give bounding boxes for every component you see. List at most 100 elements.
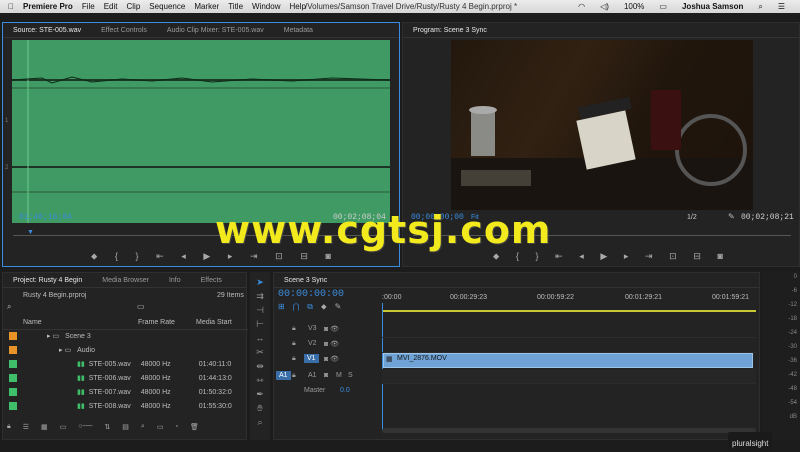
ripple-edit-tool-icon[interactable]: ⊣ — [254, 304, 266, 316]
audio-waveform[interactable]: 1 2 — [5, 40, 391, 223]
source-timecode-current[interactable]: 01;40;16;04 — [19, 213, 72, 222]
program-step-back-icon[interactable]: ◂ — [579, 251, 584, 262]
program-resolution-select[interactable]: 1/2 — [687, 214, 697, 221]
menu-marker[interactable]: Marker — [194, 2, 219, 11]
insert-icon[interactable]: ⊡ — [275, 251, 283, 262]
zoom-tool-icon[interactable]: ⌕ — [254, 416, 266, 428]
program-mark-in-icon[interactable]: { — [516, 251, 519, 262]
tab-effects[interactable]: Effects — [191, 277, 232, 284]
sync-icon[interactable]: ◙ — [324, 372, 328, 379]
hand-tool-icon[interactable]: ✋︎ — [254, 402, 266, 414]
track-select-tool-icon[interactable]: ⇉ — [254, 290, 266, 302]
camera-icon[interactable]: ◙ — [325, 251, 330, 262]
tab-effect-controls[interactable]: Effect Controls — [91, 27, 157, 34]
step-forward-icon[interactable]: ▸ — [228, 251, 233, 262]
toggle-output-icon[interactable]: ◙ 👁︎ — [324, 340, 339, 348]
lock-icon[interactable]: 🔒︎ — [7, 423, 11, 431]
search-icon[interactable]: ⌕ — [758, 2, 762, 12]
apple-icon[interactable]:  — [8, 2, 14, 11]
lock-icon[interactable]: 🔒︎ — [292, 340, 296, 348]
track-label-v1[interactable]: V1 — [304, 354, 319, 363]
tab-project[interactable]: Project: Rusty 4 Begin — [3, 277, 92, 284]
rolling-edit-tool-icon[interactable]: ⊢ — [254, 318, 266, 330]
list-item[interactable]: ▮▮ STE-008.wav 48000 Hz 01:55:30:0 — [3, 399, 248, 413]
menu-window[interactable]: Window — [252, 2, 280, 11]
program-play-icon[interactable]: ▶ — [600, 251, 607, 262]
master-volume-value[interactable]: 0.0 — [340, 387, 350, 394]
timeline-timecode[interactable]: 00:00:00:00 — [278, 289, 344, 300]
bin-icon[interactable]: ▭ — [137, 302, 145, 311]
lift-icon[interactable]: ⊡ — [669, 251, 677, 262]
col-media-start[interactable]: Media Start — [196, 319, 232, 326]
source-patch-a1[interactable]: A1 — [276, 371, 291, 380]
lock-icon[interactable]: 🔒︎ — [292, 325, 296, 333]
lock-icon[interactable]: 🔒︎ — [292, 372, 296, 380]
timeline-ruler[interactable]: :00:00 00:00:29:23 00:00:59:22 00:01:29:… — [382, 292, 756, 311]
rate-stretch-tool-icon[interactable]: ↔ — [254, 332, 266, 344]
mute-button[interactable]: M — [336, 372, 342, 379]
new-bin-icon[interactable]: ▭ — [157, 423, 164, 431]
pen-tool-icon[interactable]: ✒ — [254, 388, 266, 400]
wifi-icon[interactable]: ◠ — [578, 2, 585, 11]
timeline-clip[interactable]: ▦ MVI_2876.MOV — [383, 353, 753, 368]
lock-icon[interactable]: 🔒︎ — [292, 355, 296, 363]
app-menu[interactable]: Premiere Pro — [23, 2, 73, 11]
selection-tool-icon[interactable]: ➤ — [254, 276, 266, 288]
tab-source[interactable]: Source: STE-005.wav — [3, 27, 91, 34]
program-marker-icon[interactable]: ⬥ — [493, 251, 499, 262]
solo-button[interactable]: S — [348, 372, 353, 379]
list-item[interactable]: ▮▮ STE-007.wav 48000 Hz 01:50:32:0 — [3, 385, 248, 399]
slide-tool-icon[interactable]: ⇿ — [254, 374, 266, 386]
track-label-v2[interactable]: V2 — [308, 340, 317, 347]
tab-audio-clip-mixer[interactable]: Audio Clip Mixer: STE-005.wav — [157, 27, 274, 34]
col-frame-rate[interactable]: Frame Rate — [138, 319, 196, 326]
list-item[interactable]: ▮▮ STE-006.wav 48000 Hz 01:44:13:0 — [3, 371, 248, 385]
marker-icon[interactable]: ⬥ — [91, 251, 97, 262]
trash-icon[interactable]: 🗑︎ — [190, 423, 199, 431]
linked-selection-icon[interactable]: ⧉ — [307, 302, 313, 312]
folder-row[interactable]: ▸ ▭ Scene 3 — [3, 329, 248, 343]
slip-tool-icon[interactable]: ⇹ — [254, 360, 266, 372]
track-lane-v2[interactable] — [382, 338, 756, 353]
menu-clip[interactable]: Clip — [127, 2, 141, 11]
find-icon[interactable]: ⌕ — [141, 423, 145, 431]
wrench-icon[interactable]: ✎ — [728, 212, 735, 221]
toggle-output-icon[interactable]: ◙ 👁︎ — [324, 325, 339, 333]
track-lane-v3[interactable] — [382, 323, 756, 338]
program-go-to-in-icon[interactable]: ⇤ — [555, 251, 563, 262]
zoom-slider[interactable]: ○── — [78, 423, 92, 431]
automate-icon[interactable]: ▤ — [122, 423, 129, 431]
extract-icon[interactable]: ⊟ — [693, 251, 701, 262]
timeline-settings-icon[interactable]: ✎ — [335, 302, 342, 312]
overwrite-icon[interactable]: ⊟ — [300, 251, 308, 262]
mark-out-icon[interactable]: } — [136, 251, 139, 262]
menu-help[interactable]: Help — [289, 2, 305, 11]
menu-sequence[interactable]: Sequence — [149, 2, 185, 11]
work-area-bar[interactable] — [382, 310, 756, 312]
project-search-icon[interactable]: ⌕ — [7, 302, 11, 312]
list-icon[interactable]: ☰ — [778, 2, 785, 11]
track-lane-a1[interactable] — [382, 369, 756, 384]
play-icon[interactable]: ▶ — [203, 251, 210, 262]
menu-file[interactable]: File — [82, 2, 95, 11]
mark-in-icon[interactable]: { — [115, 251, 118, 262]
volume-icon[interactable]: ◁) — [600, 2, 609, 11]
program-mark-out-icon[interactable]: } — [536, 251, 539, 262]
new-item-icon[interactable]: ▫ — [175, 423, 177, 431]
snap-icon[interactable]: ⋂ — [293, 302, 300, 312]
timeline-scrollbar[interactable] — [382, 428, 756, 433]
video-frame[interactable] — [451, 40, 753, 210]
battery-icon[interactable]: ▭ — [659, 2, 667, 11]
freeform-view-icon[interactable]: ▭ — [60, 423, 67, 431]
list-item[interactable]: ▮▮ STE-005.wav 48000 Hz 01:40:11:0 — [3, 357, 248, 371]
program-step-forward-icon[interactable]: ▸ — [624, 251, 629, 262]
col-name[interactable]: Name — [23, 319, 138, 326]
tab-info[interactable]: Info — [159, 277, 191, 284]
toggle-output-icon[interactable]: ◙ 👁︎ — [324, 355, 339, 363]
tab-sequence[interactable]: Scene 3 Sync — [274, 277, 337, 284]
user-name[interactable]: Joshua Samson — [682, 2, 743, 11]
tab-program[interactable]: Program: Scene 3 Sync — [403, 27, 497, 34]
menu-edit[interactable]: Edit — [104, 2, 118, 11]
razor-tool-icon[interactable]: ✂ — [254, 346, 266, 358]
nest-icon[interactable]: ⊞ — [278, 302, 285, 312]
